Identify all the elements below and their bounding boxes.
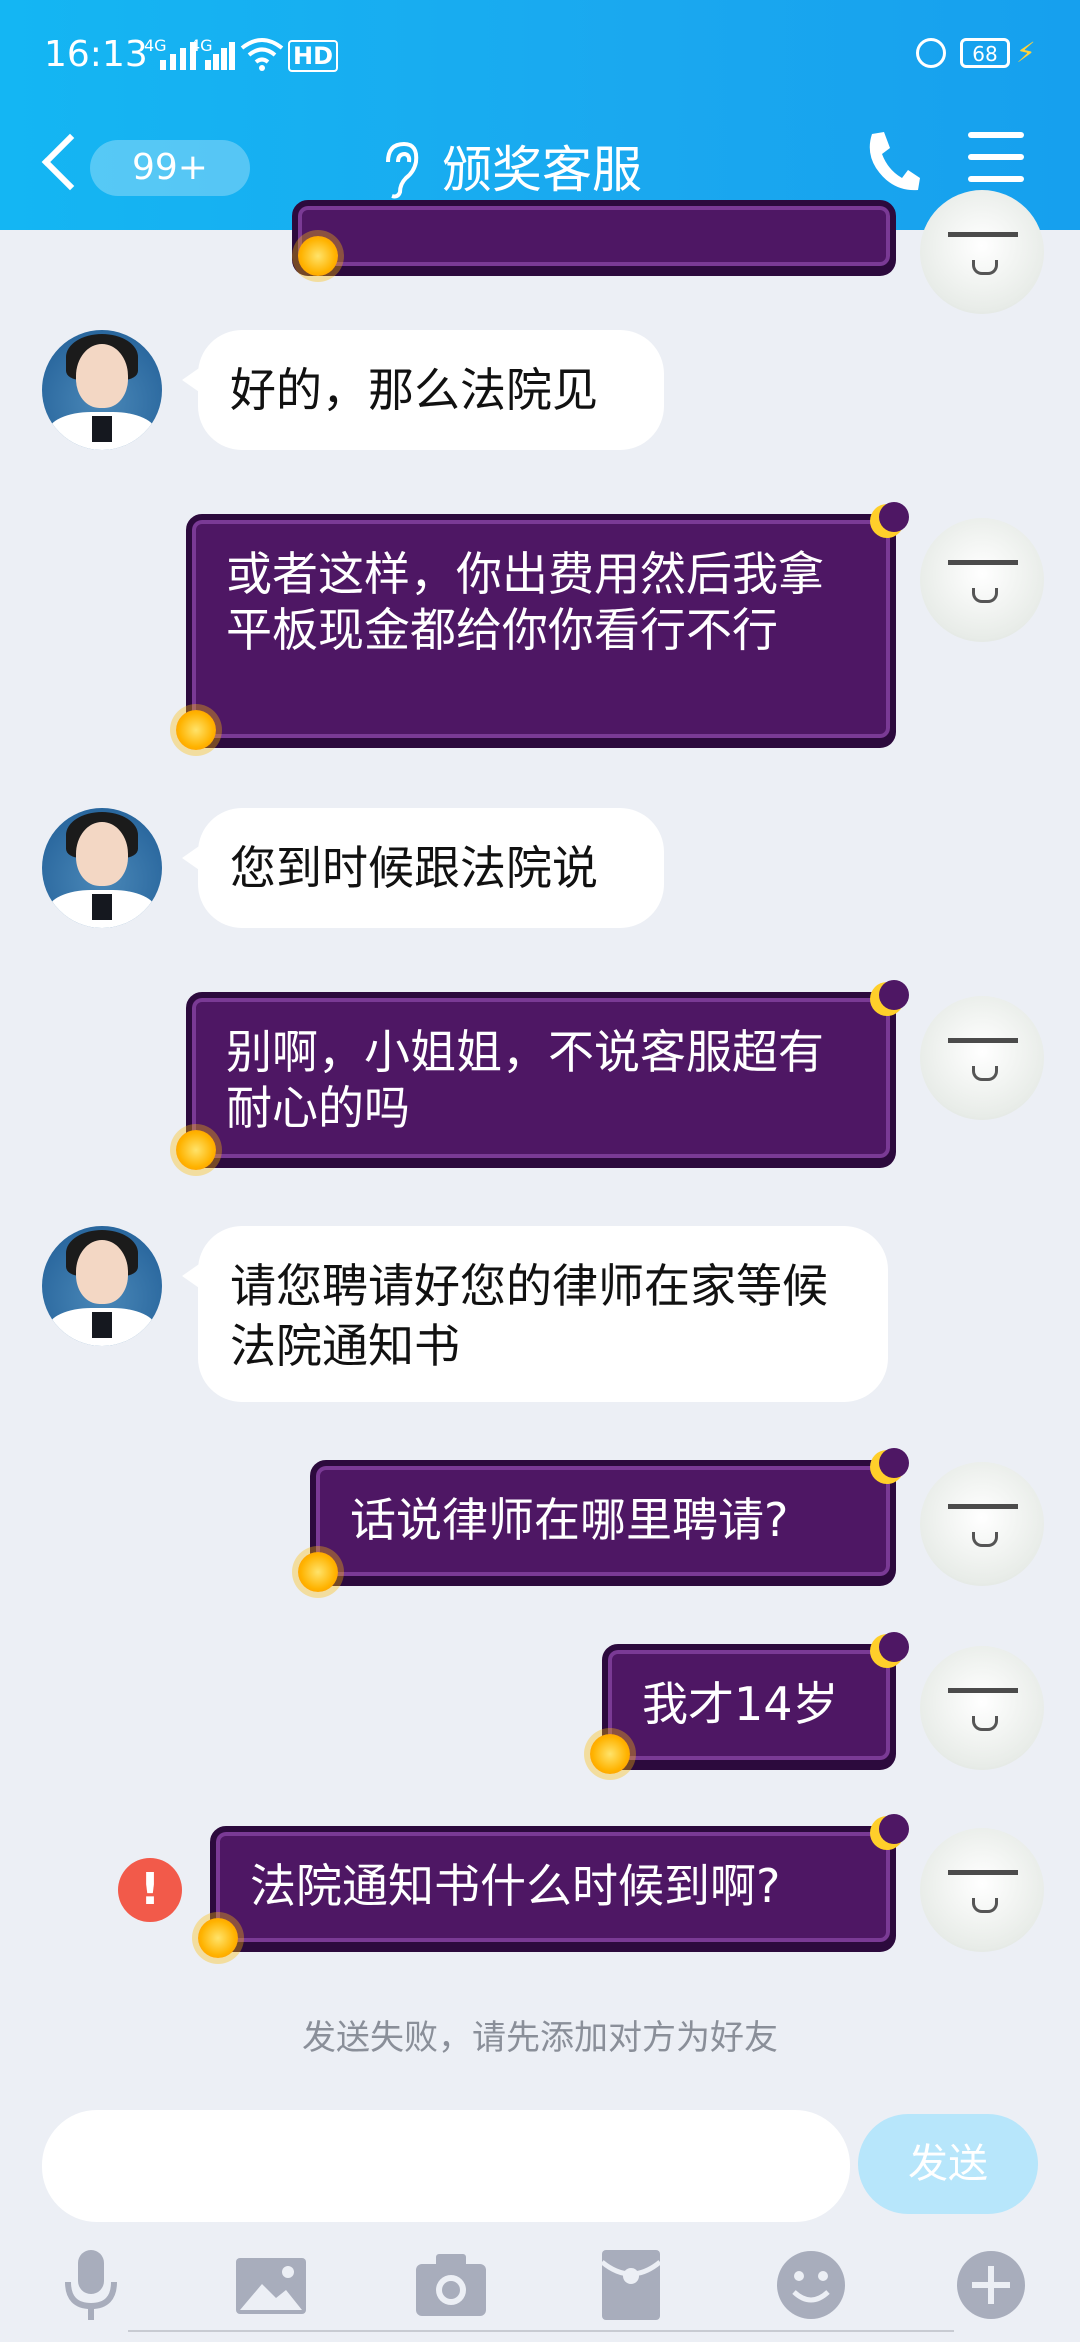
chat-area[interactable]: 好的，那么法院见 或者这样，你出费用然后我拿平板现金都给你你看行不行 您到时候跟… — [0, 190, 1080, 2110]
moon-decoration-icon — [870, 1632, 909, 1668]
menu-icon[interactable] — [968, 132, 1024, 184]
message-text: 您到时候跟法院说 — [230, 841, 598, 895]
ear-icon — [386, 141, 419, 199]
avatar-self[interactable] — [920, 1828, 1044, 1952]
message-text: 或者这样，你出费用然后我拿平板现金都给你你看行不行 — [226, 547, 824, 657]
status-bar: 16:13 4G 4G HD 68 ⚡ — [0, 0, 1080, 110]
image-icon[interactable] — [226, 2240, 316, 2330]
send-failed-icon[interactable]: ! — [118, 1858, 182, 1922]
back-button[interactable]: 99+ — [40, 128, 250, 208]
message-text: 话说律师在哪里聘请? — [350, 1493, 789, 1547]
unread-badge: 99+ — [90, 140, 250, 196]
avatar-self[interactable] — [920, 996, 1044, 1120]
moon-decoration-icon — [870, 980, 909, 1016]
message-bubble-partial[interactable] — [292, 200, 896, 272]
message-bubble-sent[interactable]: 话说律师在哪里聘请? — [310, 1460, 896, 1582]
moon-decoration-icon — [870, 1814, 909, 1850]
message-bubble-received[interactable]: 请您聘请好您的律师在家等候法院通知书 — [182, 1226, 888, 1402]
message-text: 我才14岁 — [642, 1677, 839, 1731]
status-time: 16:13 — [44, 34, 148, 75]
chat-title: 颁奖客服 — [380, 130, 780, 210]
header: 16:13 4G 4G HD 68 ⚡ 99+ 颁奖客服 — [0, 0, 1080, 230]
battery-level: 68 — [960, 38, 1010, 68]
sun-decoration-icon — [198, 1918, 238, 1958]
message-text: 好的，那么法院见 — [230, 363, 598, 417]
message-text: 法院通知书什么时候到啊? — [250, 1859, 781, 1913]
input-bar: 发送 — [0, 2110, 1080, 2340]
message-bubble-received[interactable]: 您到时候跟法院说 — [182, 808, 664, 928]
signal-icon-2 — [205, 38, 245, 70]
moon-decoration-icon — [870, 502, 909, 538]
charging-icon: ⚡ — [1016, 36, 1036, 69]
avatar-agent[interactable] — [42, 808, 162, 928]
sun-decoration-icon — [298, 236, 338, 276]
send-button[interactable]: 发送 — [858, 2114, 1038, 2214]
avatar-self[interactable] — [920, 190, 1044, 314]
phone-icon[interactable] — [862, 126, 922, 196]
sun-decoration-icon — [298, 1552, 338, 1592]
sun-decoration-icon — [590, 1734, 630, 1774]
message-bubble-sent[interactable]: 或者这样，你出费用然后我拿平板现金都给你你看行不行 — [186, 514, 896, 744]
wifi-icon — [240, 38, 284, 71]
page-title: 颁奖客服 — [442, 141, 642, 199]
bottom-divider — [128, 2330, 954, 2342]
message-bubble-sent[interactable]: 别啊，小姐姐，不说客服超有耐心的吗 — [186, 992, 896, 1164]
message-bubble-sent-failed[interactable]: 法院通知书什么时候到啊? — [210, 1826, 896, 1948]
sun-decoration-icon — [176, 1130, 216, 1170]
message-text: 别啊，小姐姐，不说客服超有耐心的吗 — [226, 1025, 824, 1135]
rotation-lock-icon — [916, 38, 946, 68]
message-text: 请您聘请好您的律师在家等候法院通知书 — [230, 1259, 828, 1373]
message-input[interactable] — [42, 2110, 850, 2222]
hd-icon: HD — [288, 40, 339, 72]
message-bubble-received[interactable]: 好的，那么法院见 — [182, 330, 664, 450]
avatar-agent[interactable] — [42, 1226, 162, 1346]
emoji-icon[interactable] — [766, 2240, 856, 2330]
avatar-agent[interactable] — [42, 330, 162, 450]
sun-decoration-icon — [176, 710, 216, 750]
avatar-self[interactable] — [920, 1462, 1044, 1586]
plus-icon[interactable] — [946, 2240, 1036, 2330]
red-packet-icon[interactable] — [586, 2240, 676, 2330]
message-bubble-sent[interactable]: 我才14岁 — [602, 1644, 896, 1766]
camera-icon[interactable] — [406, 2240, 496, 2330]
moon-decoration-icon — [870, 1448, 909, 1484]
avatar-self[interactable] — [920, 518, 1044, 642]
microphone-icon[interactable] — [46, 2240, 136, 2330]
avatar-self[interactable] — [920, 1646, 1044, 1770]
system-notice: 发送失败，请先添加对方为好友 — [302, 2018, 778, 2058]
input-toolbar — [0, 2240, 1080, 2340]
